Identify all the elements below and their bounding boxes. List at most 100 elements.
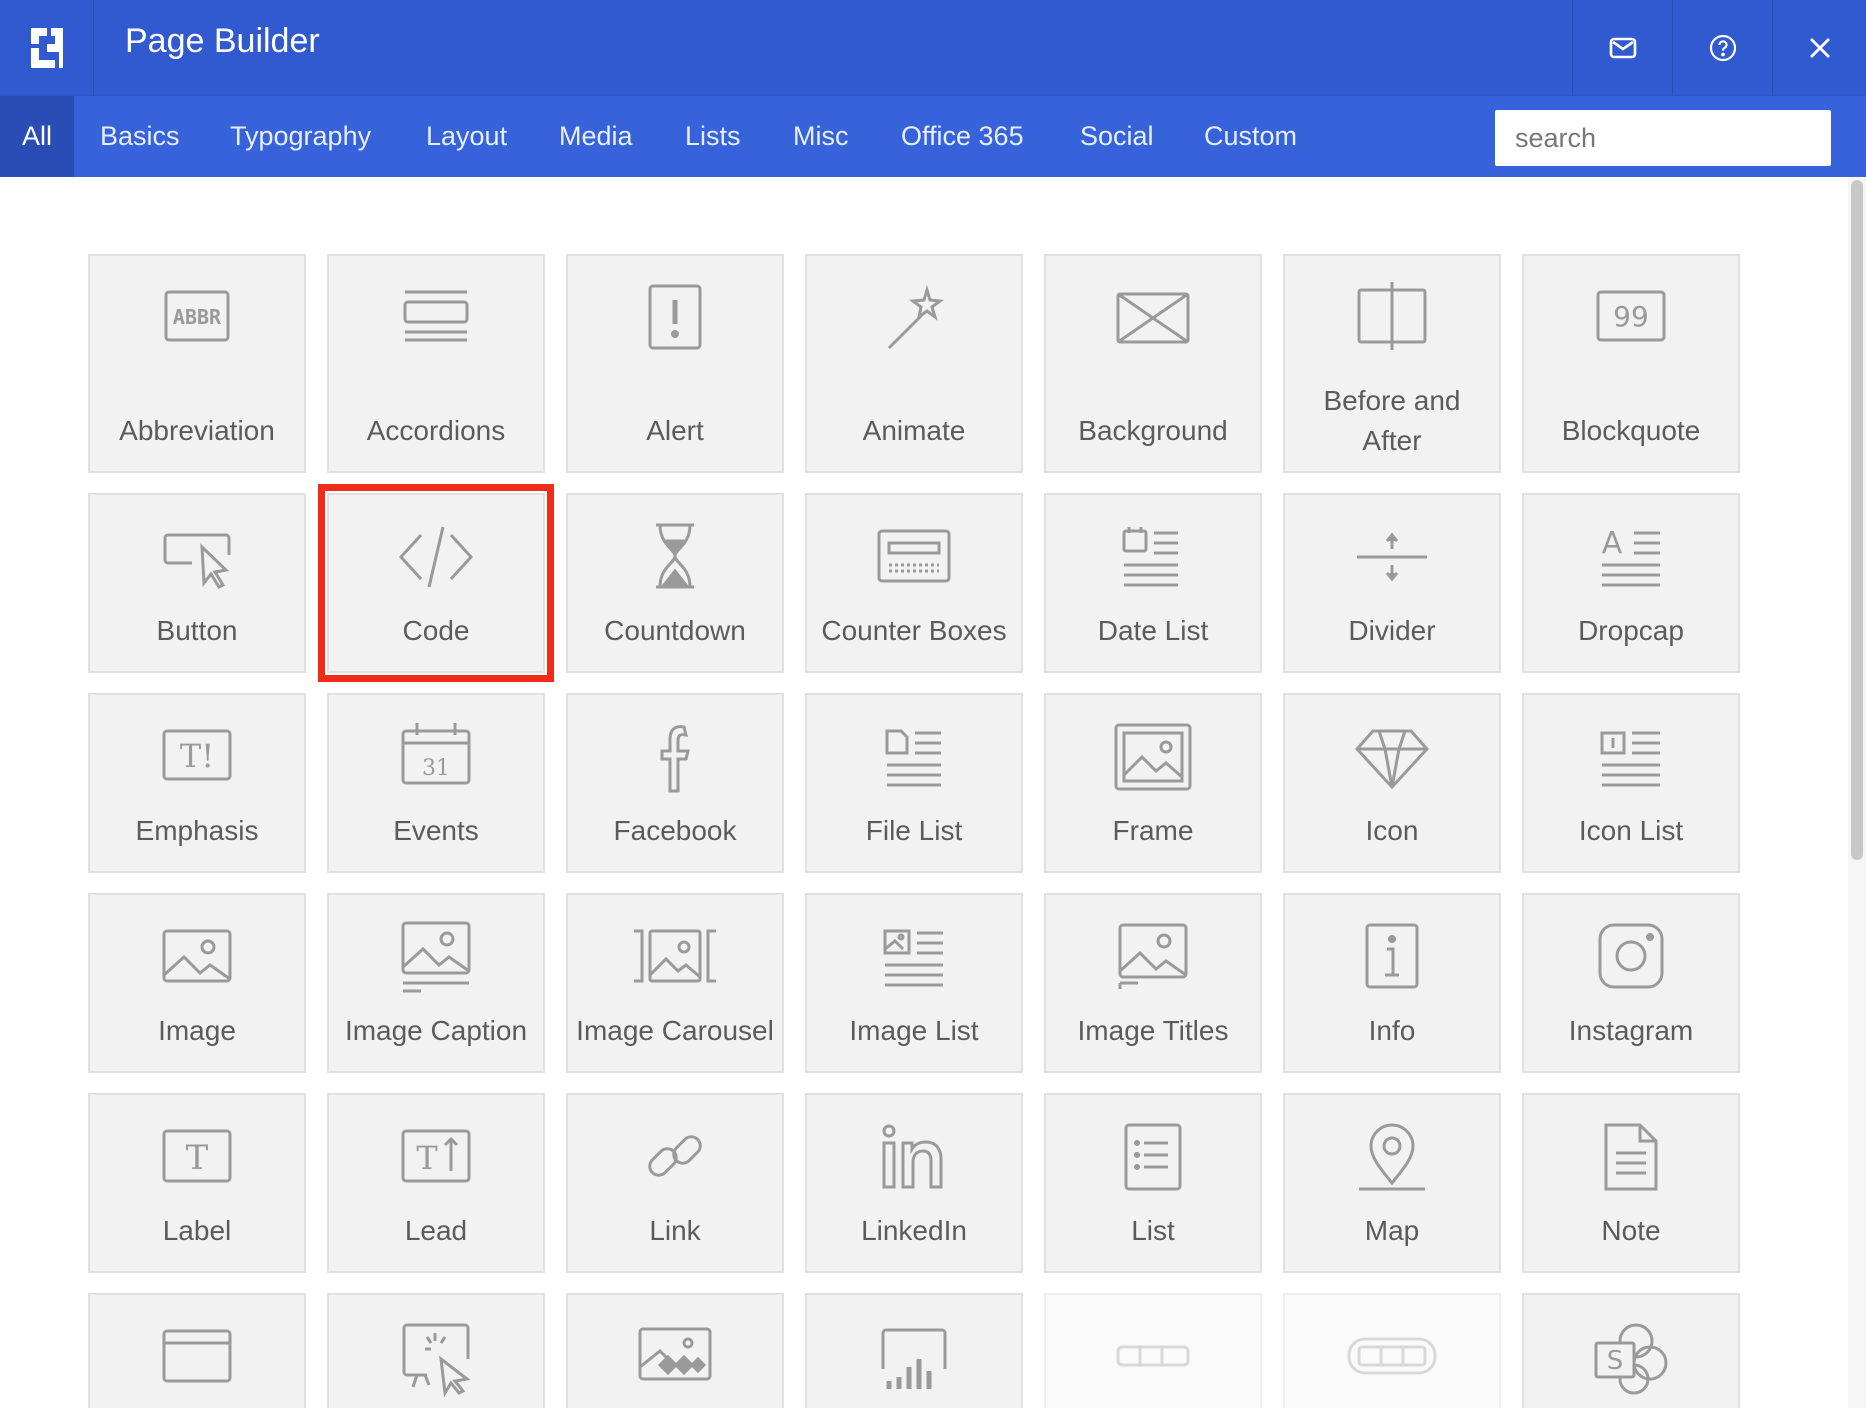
tab-lists[interactable]: Lists (685, 96, 741, 177)
tile-icon-list[interactable]: Icon List (1522, 693, 1740, 873)
tab-office-365[interactable]: Office 365 (901, 96, 1024, 177)
close-button[interactable] (1772, 0, 1866, 95)
frame-icon (1114, 723, 1192, 791)
button-cursor-icon (163, 533, 231, 589)
tile-chart[interactable] (805, 1293, 1023, 1408)
tile-gallery[interactable] (566, 1293, 784, 1408)
tab-media[interactable]: Media (559, 96, 633, 177)
before-after-icon (1357, 282, 1427, 350)
tile-dropcap[interactable]: A Dropcap (1522, 493, 1740, 673)
search-input[interactable] (1495, 110, 1831, 166)
tile-sharepoint[interactable]: S (1522, 1293, 1740, 1408)
mail-button[interactable] (1572, 0, 1672, 95)
dropcap-icon: A (1602, 526, 1660, 587)
tile-instagram[interactable]: Instagram (1522, 893, 1740, 1073)
code-icon (398, 526, 474, 588)
tile-countdown[interactable]: Countdown (566, 493, 784, 673)
tile-label[interactable]: T Label (88, 1093, 306, 1273)
tab-social[interactable]: Social (1080, 96, 1154, 177)
tile-blockquote[interactable]: 99 Blockquote (1522, 254, 1740, 473)
help-button[interactable] (1672, 0, 1772, 95)
tile-date-list[interactable]: Date List (1044, 493, 1262, 673)
svg-text:T!: T! (180, 737, 214, 775)
progress-pill-icon (1347, 1337, 1437, 1375)
tile-map[interactable]: Map (1283, 1093, 1501, 1273)
card-icon (162, 1329, 232, 1383)
quote-icon: 99 (1596, 290, 1666, 342)
element-gallery: ABBR Abbreviation Accordions Alert Anima… (0, 177, 1848, 1408)
tile-abbreviation[interactable]: ABBR Abbreviation (88, 254, 306, 473)
tile-linkedin[interactable]: LinkedIn (805, 1093, 1023, 1273)
tile-image-titles[interactable]: Image Titles (1044, 893, 1262, 1073)
counter-icon (877, 529, 951, 583)
tab-all[interactable]: All (0, 96, 74, 177)
svg-text:99: 99 (1613, 300, 1649, 333)
accordion-icon (403, 290, 469, 342)
linkedin-icon (882, 1124, 943, 1189)
calendar-icon: 31 (401, 723, 471, 785)
tile-click[interactable] (327, 1293, 545, 1408)
sharepoint-icon: S (1594, 1323, 1668, 1395)
link-icon (648, 1135, 702, 1177)
gallery-icon (638, 1327, 712, 1381)
tile-info[interactable]: Info (1283, 893, 1501, 1073)
svg-text:T: T (416, 1139, 438, 1177)
tile-link[interactable]: Link (566, 1093, 784, 1273)
image-carousel-icon (634, 929, 716, 983)
tile-lead[interactable]: T Lead (327, 1093, 545, 1273)
tile-accordions[interactable]: Accordions (327, 254, 545, 473)
title-bar: Page Builder (0, 0, 1866, 95)
image-caption-icon (401, 921, 471, 993)
tile-button[interactable]: Button (88, 493, 306, 673)
alert-icon (648, 284, 702, 350)
tile-list[interactable]: List (1044, 1093, 1262, 1273)
divider-icon (1357, 532, 1427, 582)
scrollbar-thumb[interactable] (1851, 180, 1863, 860)
tile-image-list[interactable]: Image List (805, 893, 1023, 1073)
tile-divider[interactable]: Divider (1283, 493, 1501, 673)
tile-events[interactable]: 31 Events (327, 693, 545, 873)
tile-progress-pill[interactable] (1283, 1293, 1501, 1408)
tile-alert[interactable]: Alert (566, 254, 784, 473)
map-pin-icon (1359, 1123, 1425, 1191)
tile-emphasis[interactable]: T! Emphasis (88, 693, 306, 873)
tile-file-list[interactable]: File List (805, 693, 1023, 873)
tile-before-and-after[interactable]: Before and After (1283, 254, 1501, 473)
file-list-icon (885, 729, 941, 787)
info-icon (1365, 923, 1419, 989)
logo-icon (30, 27, 63, 68)
tile-code[interactable]: Code (318, 484, 554, 682)
tab-layout[interactable]: Layout (426, 96, 507, 177)
label-icon: T (162, 1129, 232, 1183)
date-list-icon (1122, 527, 1178, 587)
tile-frame[interactable]: Frame (1044, 693, 1262, 873)
chart-icon (881, 1328, 947, 1389)
tile-image[interactable]: Image (88, 893, 306, 1073)
tile-image-caption[interactable]: Image Caption (327, 893, 545, 1073)
image-icon (162, 929, 232, 983)
tile-card[interactable] (88, 1293, 306, 1408)
tile-image-carousel[interactable]: Image Carousel (566, 893, 784, 1073)
svg-text:T: T (186, 1138, 209, 1178)
icon-list-icon (1600, 731, 1660, 787)
tab-custom[interactable]: Custom (1204, 96, 1297, 177)
tile-background[interactable]: Background (1044, 254, 1262, 473)
tile-animate[interactable]: Animate (805, 254, 1023, 473)
facebook-icon (660, 725, 690, 793)
tab-misc[interactable]: Misc (793, 96, 849, 177)
diamond-icon (1354, 729, 1430, 790)
tile-progress-bar[interactable] (1044, 1293, 1262, 1408)
tab-basics[interactable]: Basics (100, 96, 180, 177)
app-logo (0, 0, 94, 95)
instagram-icon (1598, 923, 1664, 989)
tile-icon[interactable]: Icon (1283, 693, 1501, 873)
list-icon (1124, 1123, 1182, 1191)
tile-counter-boxes[interactable]: Counter Boxes (805, 493, 1023, 673)
window-title: Page Builder (125, 22, 320, 60)
tab-typography[interactable]: Typography (230, 96, 371, 177)
lead-icon: T (401, 1129, 471, 1183)
help-icon (1709, 34, 1736, 61)
tile-note[interactable]: Note (1522, 1093, 1740, 1273)
tile-facebook[interactable]: Facebook (566, 693, 784, 873)
hourglass-icon (656, 523, 694, 589)
